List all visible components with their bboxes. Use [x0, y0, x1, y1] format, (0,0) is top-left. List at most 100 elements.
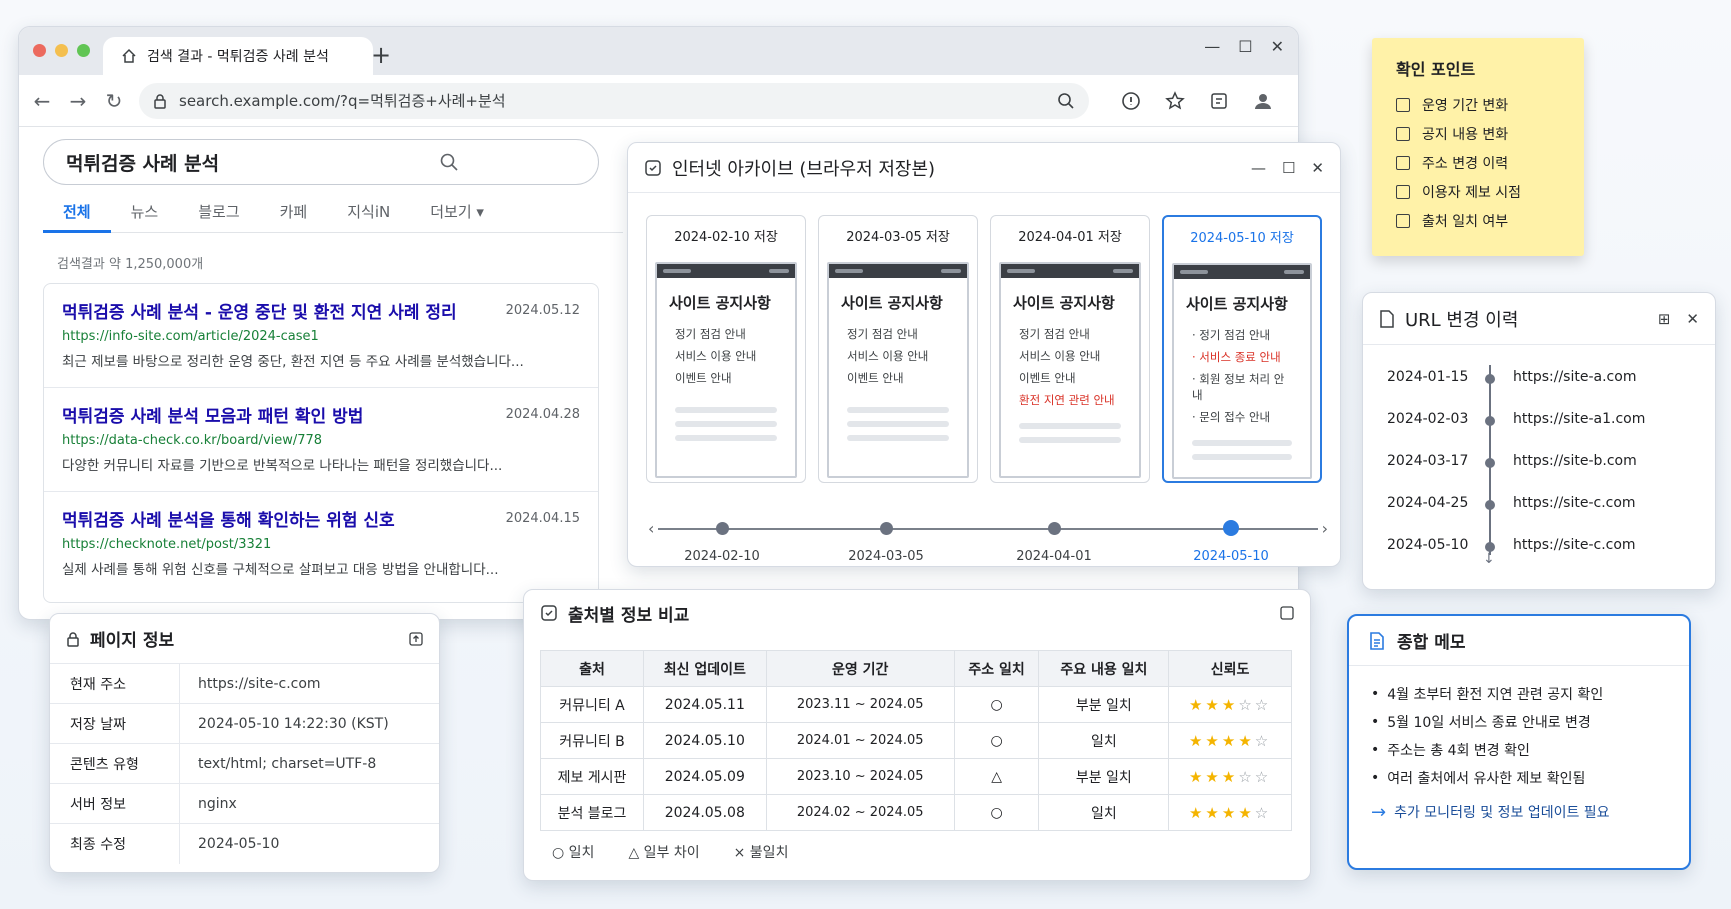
list-item: 먹튀검증 사례 분석을 통해 확인하는 위험 신호 2024.04.15 htt… [44, 492, 598, 596]
memo-item: • 주소는 총 4회 변경 확인 [1371, 742, 1530, 759]
maximize-icon[interactable]: ☐ [1282, 159, 1295, 177]
browser-tab[interactable]: 검색 결과 - 먹튀검증 사례 분석 [103, 37, 373, 75]
search-icon[interactable] [321, 152, 576, 172]
forward-icon[interactable]: → [67, 89, 89, 113]
updated-cell: 2024.05.09 [642, 758, 767, 795]
preview-item: 정기 점검 안내 [675, 327, 746, 341]
history-date: 2024-05-10 [1387, 537, 1469, 553]
rating-stars: ★★★★☆ [1168, 794, 1292, 831]
memo-item: • 5월 10일 서비스 종료 안내로 변경 [1371, 714, 1591, 731]
timeline-label: 2024-05-10 [1193, 549, 1269, 564]
minimize-icon[interactable]: — [1204, 37, 1220, 56]
star-filled-icon: ★ [1221, 767, 1239, 786]
maximize-icon[interactable]: ☐ [1238, 37, 1252, 56]
column-header: 출처 [540, 650, 644, 687]
info-value: https://site-c.com [198, 675, 321, 692]
checklist-item[interactable]: 주소 변경 이력 [1396, 148, 1560, 177]
arrow-right-icon[interactable]: › [1322, 519, 1328, 538]
checkbox[interactable] [1396, 213, 1410, 228]
tab-blog[interactable]: 블로그 [178, 195, 259, 232]
timeline-dot-selected[interactable] [1223, 520, 1239, 536]
history-url[interactable]: https://site-c.com [1513, 495, 1636, 511]
star-filled-icon: ★ [1238, 731, 1255, 750]
window-dots [33, 44, 90, 57]
source-cell: 커뮤니티 A [540, 686, 644, 723]
checklist-item[interactable]: 공지 내용 변화 [1396, 119, 1560, 148]
preview-item: 이벤트 안내 [1019, 371, 1076, 385]
checkbox[interactable] [1396, 97, 1410, 112]
profile-icon[interactable] [1253, 91, 1273, 111]
extension-icon[interactable] [1209, 91, 1229, 111]
bookmark-star-icon[interactable] [1165, 90, 1185, 111]
snapshot-card[interactable]: 2024-02-10 저장 사이트 공지사항 정기 점검 안내 서비스 이용 안… [646, 215, 806, 483]
arrow-left-icon[interactable]: ‹ [648, 519, 654, 538]
tab-all[interactable]: 전체 [43, 195, 111, 233]
preview-item: 서비스 이용 안내 [675, 349, 757, 363]
sticky-note: 확인 포인트 운영 기간 변화 공지 내용 변화 주소 변경 이력 이용자 제보… [1372, 38, 1584, 256]
history-url[interactable]: https://site-a.com [1513, 369, 1636, 385]
history-url[interactable]: https://site-c.com [1513, 537, 1636, 553]
compare-title: 출처별 정보 비교 [568, 605, 690, 626]
checkbox[interactable] [1396, 184, 1410, 199]
checklist-item[interactable]: 출처 일치 여부 [1396, 206, 1560, 235]
tab-more[interactable]: 더보기 ▾ [410, 195, 504, 232]
snapshot-preview: 사이트 공지사항 정기 점검 안내 서비스 이용 안내 이벤트 안내 [655, 262, 797, 478]
preview-heading: 사이트 공지사항 [669, 294, 771, 312]
result-url[interactable]: https://checknote.net/post/3321 [62, 537, 580, 552]
timeline-dot[interactable] [880, 522, 893, 535]
minimize-dot[interactable] [55, 44, 68, 57]
snapshot-timeline: ‹ › 2024-02-10 2024-03-05 2024-04-01 202… [648, 511, 1328, 564]
preview-item: 정기 점검 안내 [1019, 327, 1090, 341]
checkbox[interactable] [1396, 126, 1410, 141]
address-bar[interactable]: search.example.com/?q=먹튀검증+사례+분석 [139, 82, 1089, 119]
close-icon[interactable]: ✕ [1271, 37, 1284, 56]
new-tab-button[interactable]: + [371, 41, 391, 69]
export-icon[interactable] [409, 631, 423, 646]
back-icon[interactable]: ← [31, 89, 53, 113]
star-filled-icon: ★ [1221, 731, 1239, 750]
result-title[interactable]: 먹튀검증 사례 분석 모음과 패턴 확인 방법 [62, 402, 580, 427]
result-title[interactable]: 먹튀검증 사례 분석을 통해 확인하는 위험 신호 [62, 506, 580, 531]
result-url[interactable]: https://data-check.co.kr/board/view/778 [62, 433, 580, 448]
title-bar: 검색 결과 - 먹튀검증 사례 분석 + — ☐ ✕ [19, 27, 1298, 75]
history-url[interactable]: https://site-a1.com [1513, 411, 1645, 427]
checklist-item[interactable]: 운영 기간 변화 [1396, 90, 1560, 119]
history-dot [1485, 500, 1495, 510]
reload-icon[interactable]: ↻ [103, 89, 125, 113]
expand-icon[interactable]: ⊞ [1658, 310, 1671, 328]
tab-cafe[interactable]: 카페 [260, 195, 328, 232]
rating-stars: ★★★☆☆ [1168, 686, 1292, 723]
snapshot-card[interactable]: 2024-04-01 저장 사이트 공지사항 정기 점검 안내 서비스 이용 안… [990, 215, 1150, 483]
compare-header: 출처별 정보 비교 [524, 590, 1310, 636]
snapshot-card[interactable]: 2024-03-05 저장 사이트 공지사항 정기 점검 안내 서비스 이용 안… [818, 215, 978, 483]
snapshot-card-selected[interactable]: 2024-05-10 저장 사이트 공지사항 · 정기 점검 안내 · 서비스 … [1162, 215, 1322, 483]
star-empty-icon: ☆ [1254, 767, 1272, 786]
archive-title: 인터넷 아카이브 (브라우저 저장본) [672, 158, 936, 180]
result-title[interactable]: 먹튀검증 사례 분석 - 운영 중단 및 환전 지연 사례 정리 [62, 298, 580, 323]
close-icon[interactable]: ✕ [1686, 310, 1699, 328]
column-header: 주요 내용 일치 [1038, 650, 1170, 687]
preview-item-alert: 환전 지연 관련 안내 [1019, 393, 1115, 407]
history-url[interactable]: https://site-b.com [1513, 453, 1637, 469]
search-input[interactable]: 먹튀검증 사례 분석 [43, 139, 599, 185]
close-dot[interactable] [33, 44, 46, 57]
page-info-header: 페이지 정보 [50, 614, 439, 664]
minimize-icon[interactable]: — [1251, 159, 1266, 177]
memo-item: • 여러 출처에서 유사한 제보 확인됨 [1371, 770, 1586, 787]
info-icon[interactable] [1121, 91, 1141, 111]
expand-icon[interactable] [1280, 606, 1294, 620]
memo-text: 여러 출처에서 유사한 제보 확인됨 [1387, 771, 1586, 787]
checklist-item[interactable]: 이용자 제보 시점 [1396, 177, 1560, 206]
result-url[interactable]: https://info-site.com/article/2024-case1 [62, 329, 580, 344]
source-compare-panel: 출처별 정보 비교 출처 최신 업데이트 운영 기간 주소 일치 주요 내용 일… [523, 589, 1311, 881]
list-item: 먹튀검증 사례 분석 - 운영 중단 및 환전 지연 사례 정리 2024.05… [44, 284, 598, 388]
checkbox[interactable] [1396, 155, 1410, 170]
tab-news[interactable]: 뉴스 [111, 195, 179, 232]
close-icon[interactable]: ✕ [1311, 159, 1324, 177]
timeline-dot[interactable] [716, 522, 729, 535]
memo-action-text: 추가 모니터링 및 정보 업데이트 필요 [1394, 805, 1610, 821]
tab-kin[interactable]: 지식iN [327, 195, 410, 232]
search-icon[interactable] [1057, 92, 1075, 110]
maximize-dot[interactable] [77, 44, 90, 57]
timeline-dot[interactable] [1048, 522, 1061, 535]
